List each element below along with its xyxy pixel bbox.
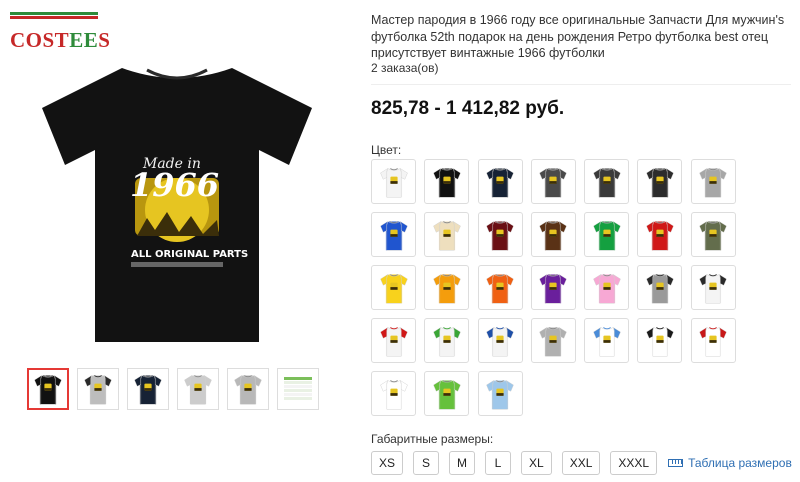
tshirt-icon: [646, 167, 674, 198]
color-swatch[interactable]: [371, 212, 416, 257]
tshirt-icon: [646, 273, 674, 304]
tshirt-icon: [539, 273, 568, 304]
color-swatch[interactable]: [584, 212, 630, 257]
tshirt-icon: [646, 220, 674, 251]
color-swatch[interactable]: [530, 159, 576, 204]
tshirt-icon: [486, 379, 514, 410]
tshirt-icon: [486, 326, 514, 357]
tshirt-icon: [486, 167, 514, 198]
size-option-l[interactable]: L: [485, 451, 512, 475]
size-option-s[interactable]: S: [413, 451, 440, 475]
tshirt-icon: [84, 374, 112, 405]
tshirt-icon: [379, 379, 408, 410]
tshirt-icon: [539, 326, 568, 357]
size-chart-image-icon: [284, 377, 312, 400]
orders-count: 2 заказа(ов): [371, 61, 439, 75]
main-product-image[interactable]: Made in 1966 ALL ORIGINAL PARTS: [12, 40, 342, 360]
thumbnail[interactable]: [177, 368, 219, 410]
color-swatch[interactable]: [424, 318, 470, 363]
tshirt-icon: [134, 374, 162, 405]
svg-text:1966: 1966: [130, 166, 219, 204]
color-swatch[interactable]: [530, 318, 576, 363]
size-chart-label: Таблица размеров: [688, 456, 792, 470]
size-options: XS S M L XL XXL XXXL Таблица размеров: [371, 451, 792, 475]
tshirt-icon: [34, 374, 62, 405]
color-swatch[interactable]: [477, 371, 523, 416]
color-swatch[interactable]: [371, 265, 416, 310]
color-swatch[interactable]: [477, 318, 523, 363]
color-swatch[interactable]: [690, 212, 736, 257]
size-option-m[interactable]: M: [449, 451, 476, 475]
tshirt-icon: [433, 167, 461, 198]
tshirt-icon: [433, 220, 461, 251]
color-swatch[interactable]: [690, 159, 736, 204]
color-swatch[interactable]: [690, 318, 736, 363]
color-swatch[interactable]: [371, 159, 416, 204]
color-swatch[interactable]: [477, 212, 523, 257]
tshirt-icon: [592, 167, 621, 198]
tshirt-icon: [539, 220, 568, 251]
tshirt-icon: [592, 273, 621, 304]
tshirt-icon: [699, 326, 728, 357]
color-swatch-grid: [371, 159, 791, 416]
price: 825,78 - 1 412,82 руб.: [371, 98, 565, 119]
thumbnail[interactable]: [127, 368, 169, 410]
tshirt-icon: [379, 326, 408, 357]
color-swatch[interactable]: [584, 159, 630, 204]
color-swatch[interactable]: [477, 265, 523, 310]
color-swatch[interactable]: [584, 318, 630, 363]
size-option-xs[interactable]: XS: [371, 451, 404, 475]
ruler-icon: [668, 459, 684, 467]
color-swatch[interactable]: [637, 265, 683, 310]
tshirt-icon: [539, 167, 568, 198]
color-swatch[interactable]: [690, 265, 736, 310]
tshirt-icon: [646, 326, 674, 357]
thumbnail-strip: [27, 368, 319, 410]
tshirt-icon: [592, 220, 621, 251]
tshirt-icon: [699, 220, 728, 251]
main-tshirt-graphic: Made in 1966 ALL ORIGINAL PARTS: [42, 68, 312, 342]
tshirt-icon: [592, 326, 621, 357]
thumbnail[interactable]: [277, 368, 319, 410]
color-swatch[interactable]: [530, 212, 576, 257]
tshirt-icon: [486, 220, 514, 251]
tshirt-icon: [433, 379, 461, 410]
logo-stripe-red: [10, 16, 98, 19]
color-swatch[interactable]: [477, 159, 523, 204]
color-swatch[interactable]: [371, 371, 416, 416]
color-label: Цвет:: [371, 143, 402, 157]
tshirt-icon: [433, 326, 461, 357]
tshirt-icon: [486, 273, 514, 304]
tshirt-icon: [379, 273, 408, 304]
svg-text:ALL ORIGINAL PARTS: ALL ORIGINAL PARTS: [131, 249, 248, 260]
color-swatch[interactable]: [530, 265, 576, 310]
thumbnail[interactable]: [77, 368, 119, 410]
size-label: Габаритные размеры:: [371, 432, 494, 446]
size-option-xl[interactable]: XL: [521, 451, 552, 475]
tshirt-icon: [379, 167, 408, 198]
size-chart-link[interactable]: Таблица размеров: [668, 456, 792, 470]
divider: [371, 84, 791, 85]
color-swatch[interactable]: [637, 318, 683, 363]
color-swatch[interactable]: [637, 159, 683, 204]
color-swatch[interactable]: [424, 159, 470, 204]
color-swatch[interactable]: [371, 318, 416, 363]
tshirt-icon: [699, 273, 728, 304]
product-title: Мастер пародия в 1966 году все оригиналь…: [371, 13, 785, 60]
color-swatch[interactable]: [637, 212, 683, 257]
thumbnail[interactable]: [227, 368, 269, 410]
logo-stripe-green: [10, 12, 98, 15]
color-swatch[interactable]: [424, 371, 470, 416]
tshirt-icon: [184, 374, 212, 405]
thumbnail[interactable]: [27, 368, 69, 410]
tshirt-icon: [234, 374, 262, 405]
color-swatch[interactable]: [584, 265, 630, 310]
size-option-xxl[interactable]: XXL: [561, 451, 601, 475]
tshirt-icon: [433, 273, 461, 304]
size-option-xxxl[interactable]: XXXL: [610, 451, 658, 475]
tshirt-icon: [379, 220, 408, 251]
color-swatch[interactable]: [424, 212, 470, 257]
tshirt-icon: [699, 167, 728, 198]
color-swatch[interactable]: [424, 265, 470, 310]
